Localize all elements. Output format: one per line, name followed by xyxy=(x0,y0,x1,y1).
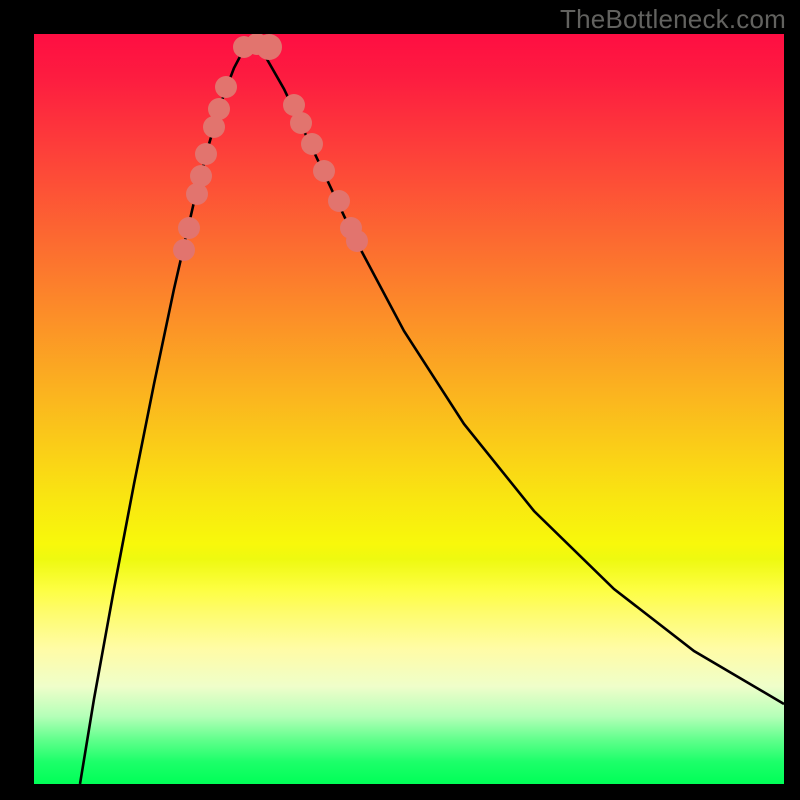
data-marker xyxy=(313,160,335,182)
data-marker xyxy=(190,165,212,187)
data-marker xyxy=(346,230,368,252)
data-marker xyxy=(328,190,350,212)
data-marker xyxy=(256,34,282,60)
data-marker xyxy=(178,217,200,239)
plot-area xyxy=(34,34,784,784)
data-marker xyxy=(301,133,323,155)
chart-frame: TheBottleneck.com xyxy=(0,0,800,800)
data-marker xyxy=(195,143,217,165)
watermark-text: TheBottleneck.com xyxy=(560,4,786,35)
bottleneck-curve xyxy=(34,34,784,784)
data-marker xyxy=(208,98,230,120)
data-marker xyxy=(173,239,195,261)
data-marker xyxy=(290,112,312,134)
data-marker xyxy=(215,76,237,98)
